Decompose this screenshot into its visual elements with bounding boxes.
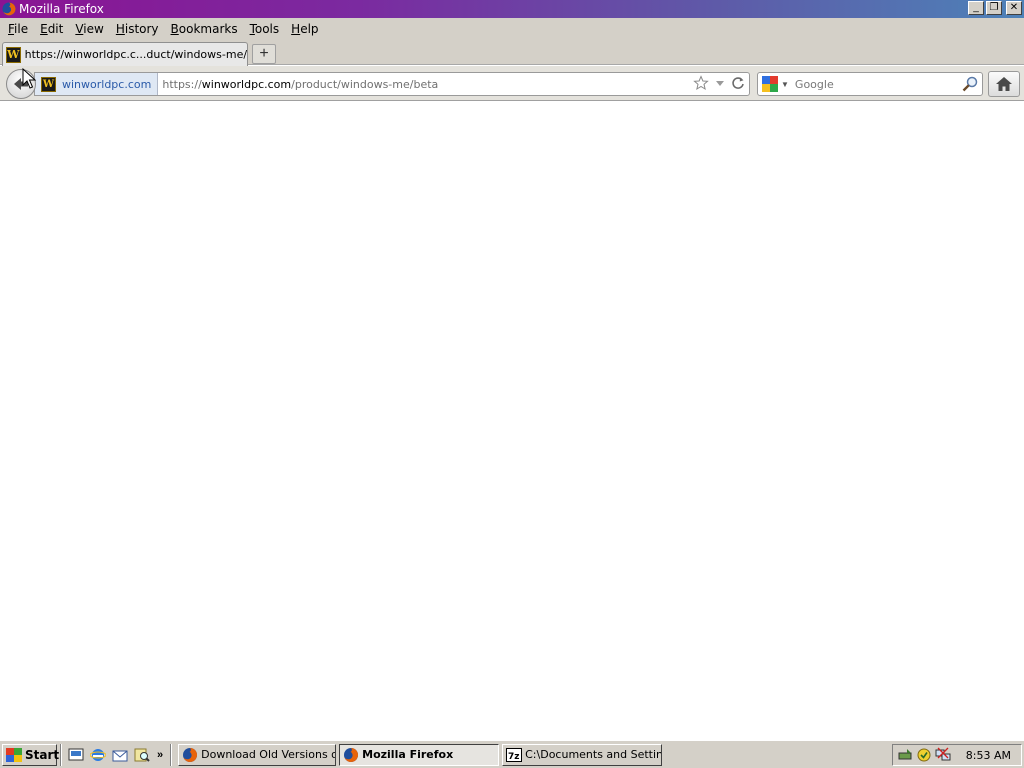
svg-text:7z: 7z	[508, 752, 520, 762]
home-icon	[996, 77, 1012, 91]
url-bar[interactable]: W winworldpc.com https://winworldpc.com/…	[34, 72, 750, 96]
bookmark-star-icon[interactable]	[693, 75, 709, 91]
reload-icon[interactable]	[731, 76, 745, 90]
menu-view[interactable]: View	[69, 22, 109, 36]
minimize-button[interactable]: _	[968, 1, 984, 15]
task-label: C:\Documents and Settin...	[525, 748, 663, 761]
window-controls: _ ❐ ✕	[968, 1, 1022, 15]
firefox-icon	[2, 2, 16, 16]
close-button[interactable]: ✕	[1006, 1, 1022, 15]
search-quicklaunch-icon[interactable]	[133, 746, 151, 764]
navigation-toolbar: W winworldpc.com https://winworldpc.com/…	[0, 66, 1024, 101]
taskbar-button-download-old-versions[interactable]: Download Old Versions of...	[178, 743, 337, 766]
task-label: Download Old Versions of...	[201, 748, 335, 761]
history-dropdown-icon[interactable]	[715, 78, 725, 88]
show-desktop-icon[interactable]	[67, 746, 85, 764]
tab-active[interactable]: W https://winworldpc.c...duct/windows-me…	[2, 42, 248, 66]
url-prefix: https://	[162, 77, 202, 91]
network-icon[interactable]	[935, 747, 951, 763]
tab-label: https://winworldpc.c...duct/windows-me/b…	[24, 48, 247, 61]
new-tab-button[interactable]: +	[252, 44, 276, 64]
search-placeholder: Google	[794, 77, 834, 91]
menu-help[interactable]: Help	[285, 22, 324, 36]
site-identity-label: winworldpc.com	[62, 77, 152, 91]
tab-strip: W https://winworldpc.c...duct/windows-me…	[0, 40, 1024, 66]
internet-explorer-icon[interactable]	[89, 746, 107, 764]
taskbar-button-mozilla-firefox[interactable]: Mozilla Firefox	[339, 743, 500, 766]
safely-remove-hardware-icon[interactable]	[897, 747, 913, 763]
winworld-favicon-icon: W	[6, 46, 21, 63]
url-text[interactable]: https://winworldpc.com/product/windows-m…	[162, 78, 438, 91]
url-bar-icons	[693, 75, 745, 91]
url-host: winworldpc.com	[201, 77, 292, 91]
menu-edit[interactable]: Edit	[34, 22, 69, 36]
page-content[interactable]	[0, 102, 1024, 740]
url-path: /product/windows-me/beta	[291, 77, 439, 91]
taskbar-separator	[60, 743, 62, 766]
taskbar: Start » Download Old Versions of... Mozi…	[0, 740, 1024, 768]
engine-dropdown-icon[interactable]: ▼	[781, 80, 789, 89]
taskbar-separator	[170, 743, 173, 766]
winworld-favicon-icon: W	[41, 76, 56, 92]
mouse-cursor-icon	[22, 68, 36, 89]
7zip-icon: 7z	[506, 747, 523, 762]
window-titlebar[interactable]: Mozilla Firefox _ ❐ ✕	[0, 0, 1024, 18]
menu-history[interactable]: History	[110, 22, 165, 36]
taskbar-clock[interactable]: 8:53 AM	[966, 749, 1011, 762]
menu-file[interactable]: File	[2, 22, 34, 36]
task-label: Mozilla Firefox	[362, 748, 454, 761]
menu-bar: File Edit View History Bookmarks Tools H…	[0, 18, 1024, 40]
google-icon[interactable]	[762, 76, 778, 92]
home-button[interactable]	[988, 71, 1020, 97]
taskbar-button-7zip-documents[interactable]: 7z C:\Documents and Settin...	[502, 743, 663, 766]
start-label: Start	[25, 747, 60, 762]
outlook-express-icon[interactable]	[111, 746, 129, 764]
updates-icon[interactable]	[916, 747, 932, 763]
window-title: Mozilla Firefox	[19, 2, 104, 16]
site-identity-button[interactable]: W winworldpc.com	[35, 73, 159, 95]
firefox-icon	[344, 747, 359, 762]
search-bar[interactable]: ▼ Google	[757, 72, 983, 96]
menu-bookmarks[interactable]: Bookmarks	[165, 22, 244, 36]
firefox-icon	[183, 747, 198, 762]
menu-tools[interactable]: Tools	[244, 22, 286, 36]
windows-logo-icon	[6, 747, 22, 762]
quicklaunch-chevron[interactable]: »	[157, 749, 163, 761]
start-button[interactable]: Start	[2, 743, 60, 766]
maximize-button[interactable]: ❐	[986, 1, 1002, 15]
system-tray: 8:53 AM	[892, 744, 1022, 766]
search-icon[interactable]	[962, 76, 978, 92]
